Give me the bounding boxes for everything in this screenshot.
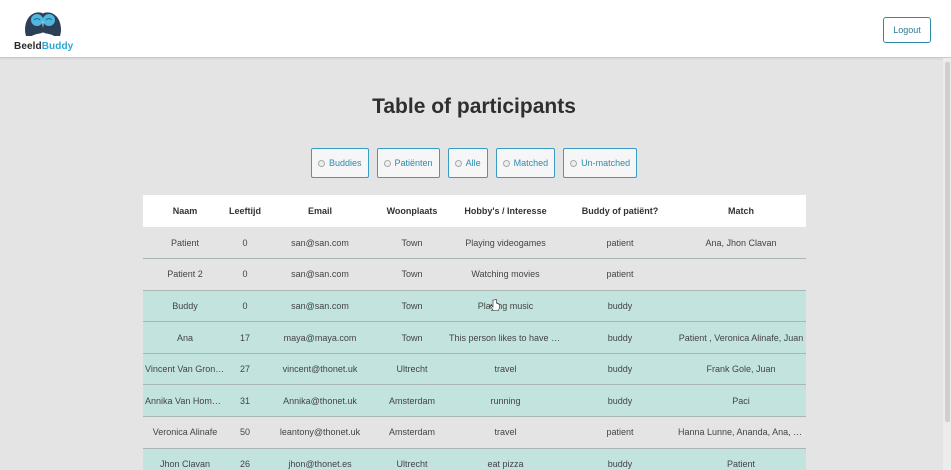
cell-leeftijd: 27 (227, 353, 263, 386)
cell-leeftijd: 0 (227, 258, 263, 291)
cell-hobbys: Watching movies (447, 258, 564, 291)
cell-hobbys: Playing videogames (447, 227, 564, 260)
cell-match (676, 290, 806, 323)
cell-type: buddy (564, 384, 676, 418)
cell-leeftijd: 17 (227, 321, 263, 354)
column-header-naam[interactable]: Naam (143, 195, 227, 227)
cell-hobbys: This person likes to have a... (447, 321, 564, 354)
table-row[interactable]: Buddy 0 san@san.com Town Playing music b… (143, 290, 806, 323)
cell-email: maya@maya.com (263, 321, 377, 354)
cell-leeftijd: 0 (227, 227, 263, 260)
cell-hobbys: Playing music (447, 290, 564, 323)
table-row[interactable]: Jhon Clavan 26 jhon@thonet.es Ultrecht e… (143, 448, 806, 470)
top-navbar: BeeldBuddy Logout (0, 0, 951, 58)
cell-match: Hanna Lunne, Ananda, Ana, D... (676, 416, 806, 449)
cell-type: buddy (564, 353, 676, 386)
filter-matched-button[interactable]: Matched (495, 148, 556, 178)
cell-leeftijd: 26 (227, 448, 263, 470)
cell-match: Patient , Veronica Alinafe, Juan (676, 321, 806, 354)
page-title: Table of participants (372, 95, 576, 118)
column-header-buddy-of-patient[interactable]: Buddy of patiënt? (564, 195, 676, 227)
cell-email: jhon@thonet.es (263, 448, 377, 470)
table-header-row: Naam Leeftijd Email Woonplaats Hobby's /… (143, 195, 806, 227)
brand-name-part1: Beeld (14, 41, 42, 52)
cell-type: buddy (564, 448, 676, 470)
brand-name: BeeldBuddy (14, 41, 73, 52)
cell-naam: Patient (143, 227, 227, 260)
column-header-leeftijd[interactable]: Leeftijd (227, 195, 263, 227)
filter-label: Alle (465, 158, 481, 168)
column-header-woonplaats[interactable]: Woonplaats (377, 195, 447, 227)
cell-naam: Ana (143, 321, 227, 354)
cell-match: Frank Gole, Juan (676, 353, 806, 386)
cell-woonplaats: Town (377, 258, 447, 291)
table-row[interactable]: Patient 2 0 san@san.com Town Watching mo… (143, 258, 806, 291)
participants-table: Naam Leeftijd Email Woonplaats Hobby's /… (143, 195, 806, 470)
cell-naam: Vincent Van Grond... (143, 353, 227, 386)
logout-button[interactable]: Logout (883, 17, 931, 43)
cell-naam: Patient 2 (143, 258, 227, 291)
cell-type: patient (564, 416, 676, 449)
cell-leeftijd: 50 (227, 416, 263, 449)
cell-match (676, 258, 806, 291)
cell-woonplaats: Amsterdam (377, 384, 447, 418)
radio-icon (570, 159, 578, 167)
table-row[interactable]: Ana 17 maya@maya.com Town This person li… (143, 321, 806, 354)
cell-type: patient (564, 258, 676, 291)
cell-leeftijd: 31 (227, 384, 263, 418)
brand-logo[interactable]: BeeldBuddy (14, 8, 76, 54)
cell-type: buddy (564, 321, 676, 354)
filter-label: Matched (513, 158, 549, 168)
cell-match: Patient (676, 448, 806, 470)
radio-icon (383, 159, 391, 167)
cell-type: patient (564, 227, 676, 260)
brand-name-part2: Buddy (41, 41, 74, 52)
filter-label: Patiënten (394, 158, 433, 168)
cell-hobbys: running (447, 384, 564, 418)
column-header-match[interactable]: Match (676, 195, 806, 227)
cell-woonplaats: Ultrecht (377, 448, 447, 470)
cell-hobbys: travel (447, 416, 564, 449)
cell-email: san@san.com (263, 290, 377, 323)
cell-email: leantony@thonet.uk (263, 416, 377, 449)
cell-naam: Buddy (143, 290, 227, 323)
filter-alle-button[interactable]: Alle (447, 148, 488, 178)
column-header-hobbys[interactable]: Hobby's / Interesse (447, 195, 564, 227)
filter-patienten-button[interactable]: Patiënten (376, 148, 440, 178)
cell-naam: Veronica Alinafe (143, 416, 227, 449)
brain-head-logo-icon (25, 12, 61, 36)
cell-leeftijd: 0 (227, 290, 263, 323)
table-row[interactable]: Annika Van Hommel 31 Annika@thonet.uk Am… (143, 384, 806, 418)
cell-hobbys: travel (447, 353, 564, 386)
cell-type: buddy (564, 290, 676, 323)
filter-group: Buddies Patiënten Alle Matched Un-matche… (311, 148, 638, 178)
filter-label: Buddies (329, 158, 362, 168)
column-header-email[interactable]: Email (263, 195, 377, 227)
participants-table-container: Naam Leeftijd Email Woonplaats Hobby's /… (143, 195, 806, 470)
cell-match: Ana, Jhon Clavan (676, 227, 806, 260)
radio-icon (454, 159, 462, 167)
radio-icon (318, 159, 325, 167)
cell-naam: Jhon Clavan (143, 448, 227, 470)
cell-match: Paci (676, 384, 806, 418)
filter-buddies-button[interactable]: Buddies (311, 148, 369, 178)
cell-email: vincent@thonet.uk (263, 353, 377, 386)
cell-hobbys: eat pizza (447, 448, 564, 470)
filter-unmatched-button[interactable]: Un-matched (563, 148, 638, 178)
cell-woonplaats: Amsterdam (377, 416, 447, 449)
cell-email: Annika@thonet.uk (263, 384, 377, 418)
filter-label: Un-matched (581, 158, 631, 168)
radio-icon (502, 159, 510, 167)
cell-woonplaats: Town (377, 321, 447, 354)
table-row[interactable]: Patient 0 san@san.com Town Playing video… (143, 227, 806, 260)
hand-pointer-cursor-icon (490, 299, 500, 311)
cell-email: san@san.com (263, 258, 377, 291)
cell-woonplaats: Town (377, 290, 447, 323)
cell-naam: Annika Van Hommel (143, 384, 227, 418)
table-row[interactable]: Veronica Alinafe 50 leantony@thonet.uk A… (143, 416, 806, 449)
table-row[interactable]: Vincent Van Grond... 27 vincent@thonet.u… (143, 353, 806, 386)
cell-woonplaats: Ultrecht (377, 353, 447, 386)
cell-email: san@san.com (263, 227, 377, 260)
cell-woonplaats: Town (377, 227, 447, 260)
